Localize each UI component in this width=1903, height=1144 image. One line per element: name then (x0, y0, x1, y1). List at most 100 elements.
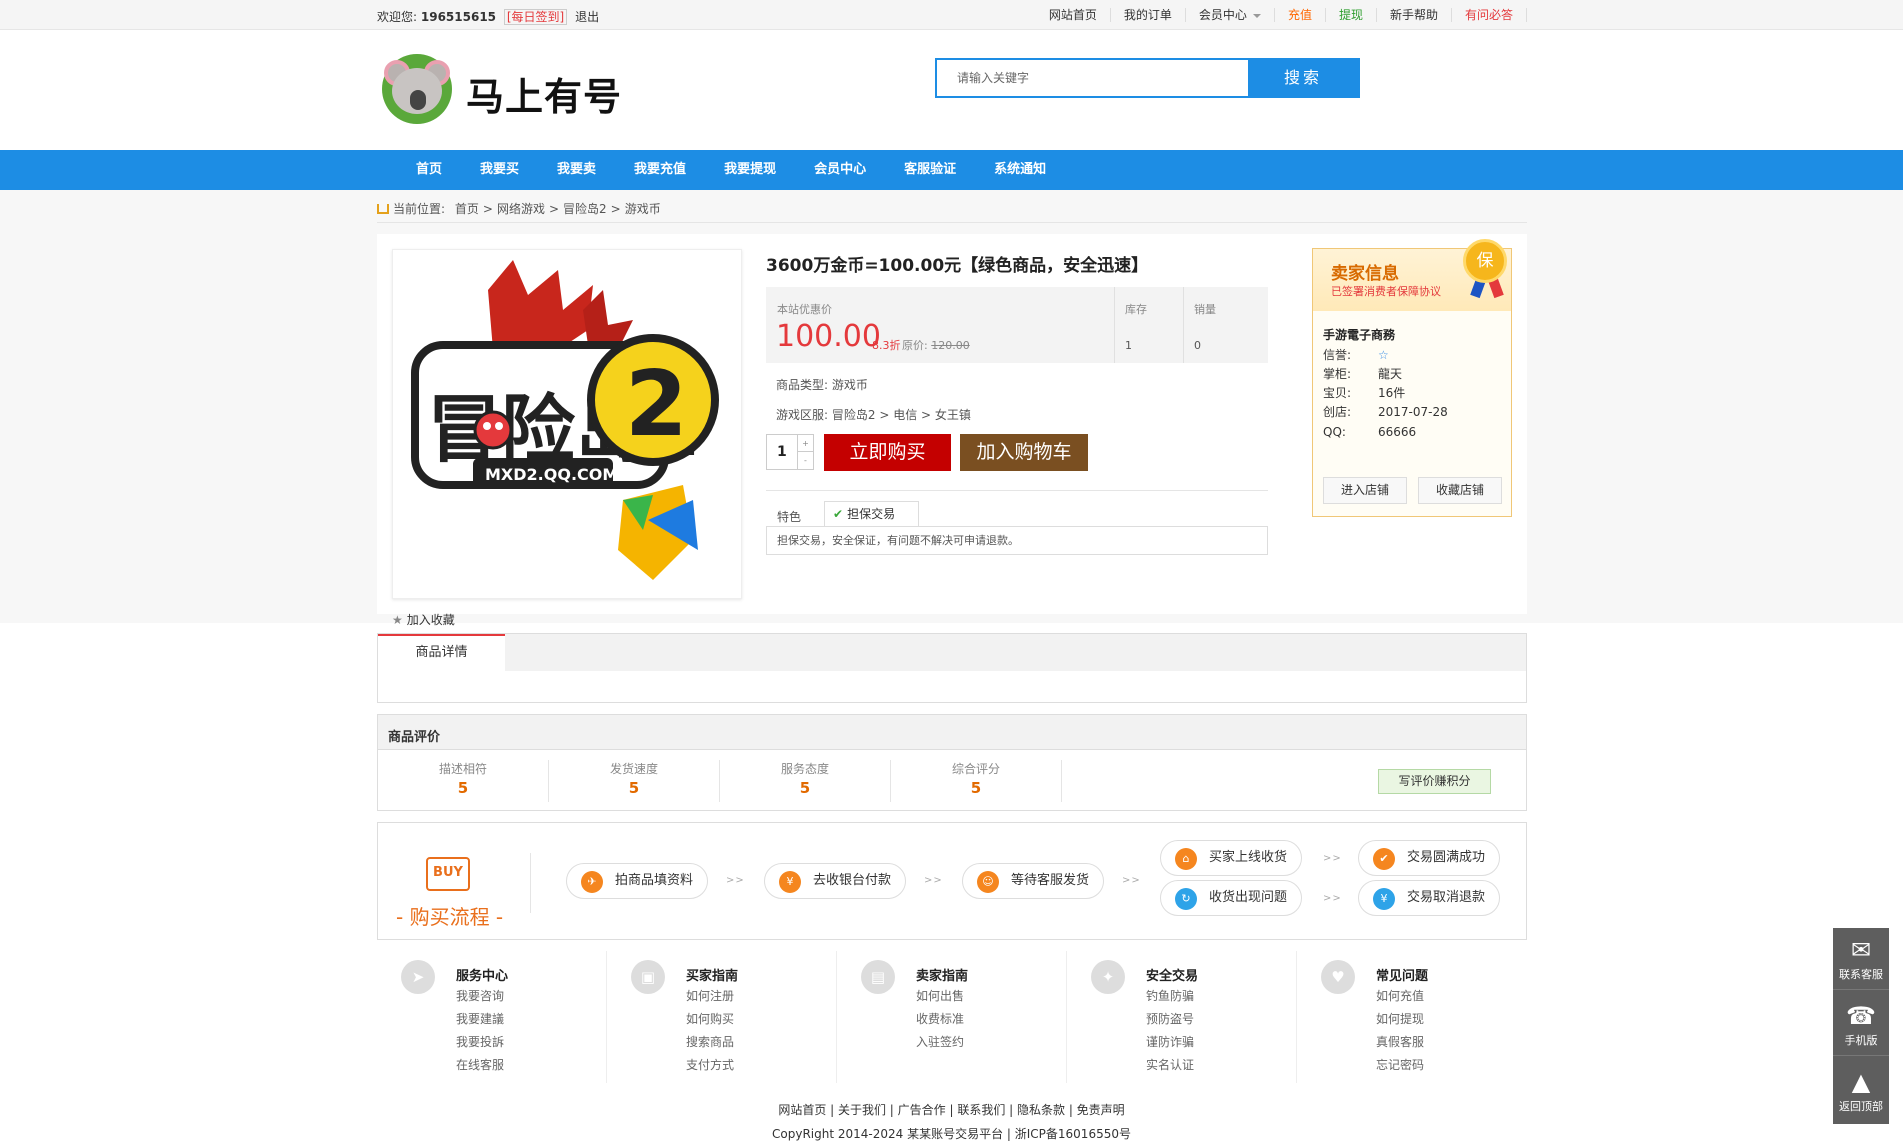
divider (766, 490, 1268, 491)
seller-subtitle: 已签署消费者保障协议 (1331, 285, 1441, 298)
top-link[interactable]: 新手帮助 (1377, 8, 1452, 22)
breadcrumb-item[interactable]: 网络游戏 (497, 202, 545, 216)
stock-column: 库存 1 (1114, 287, 1174, 363)
rocket-icon: ▲ (1851, 1068, 1871, 1096)
footer-link[interactable]: 忘记密码 (1376, 1056, 1424, 1073)
add-favorite-link[interactable]: ★ 加入收藏 (392, 611, 455, 628)
top-link[interactable]: 网站首页 (1036, 8, 1111, 22)
nav-item[interactable]: 我要充值 (615, 150, 705, 190)
member-center-dropdown[interactable]: 会员中心 (1186, 8, 1275, 22)
buy-now-button[interactable]: 立即购买 (824, 434, 951, 471)
nav-item[interactable]: 我要卖 (538, 150, 615, 190)
footer-link[interactable]: 如何出售 (916, 987, 964, 1004)
quantity-decrease-button[interactable]: - (797, 452, 813, 469)
breadcrumb-label: 当前位置: (393, 202, 446, 216)
review-score-label: 描述相符 (438, 762, 487, 776)
footer-link[interactable]: 如何充值 (1376, 987, 1424, 1004)
breadcrumb-item[interactable]: 冒险岛2 (563, 202, 607, 216)
review-score: 描述相符 5 (378, 760, 549, 802)
back-to-top-button[interactable]: ▲ 返回顶部 (1833, 1060, 1889, 1122)
nav-item[interactable]: 客服验证 (885, 150, 975, 190)
nav-item[interactable]: 会员中心 (795, 150, 885, 190)
seller-info-key: 创店: (1323, 405, 1352, 419)
footer-link[interactable]: 我要建議 (456, 1010, 504, 1027)
nav-item[interactable]: 系统通知 (975, 150, 1065, 190)
footer-link[interactable]: 如何购买 (686, 1010, 734, 1027)
top-link[interactable]: 我的订单 (1111, 8, 1186, 22)
process-step: ¥ 交易取消退款 (1358, 880, 1501, 916)
footer-links[interactable]: 网站首页 | 关于我们 | 广告合作 | 联系我们 | 隐私条款 | 免责声明 (0, 1101, 1903, 1118)
footer-link[interactable]: 收费标准 (916, 1010, 964, 1027)
footer-link[interactable]: 实名认证 (1146, 1056, 1194, 1073)
seller-info-value: 2017-07-28 (1378, 405, 1448, 419)
nav-item[interactable]: 首页 (397, 150, 461, 190)
mobile-version-button[interactable]: ☎ 手机版 (1833, 994, 1889, 1056)
nav-item[interactable]: 我要买 (461, 150, 538, 190)
wallet-icon: ▤ (861, 960, 895, 994)
write-review-button[interactable]: 写评价赚积分 (1378, 769, 1491, 794)
headset-icon: ☺ (977, 871, 999, 893)
buy-hand-icon: BUY (426, 857, 470, 891)
feature-label: 特色 (777, 510, 802, 524)
footer-link[interactable]: 谨防诈骗 (1146, 1033, 1194, 1050)
star-icon: ★ (392, 613, 403, 627)
tab-product-detail[interactable]: 商品详情 (378, 634, 505, 672)
review-score-value: 5 (457, 779, 469, 797)
quantity-value[interactable]: 1 (777, 444, 787, 460)
yen-icon: ¥ (779, 871, 801, 893)
process-step-label: 买家上线收货 (1209, 850, 1288, 865)
footer-link[interactable]: 我要咨询 (456, 987, 504, 1004)
product-detail-section: 商品详情 (377, 633, 1527, 703)
top-link[interactable]: 提现 (1326, 8, 1377, 22)
breadcrumb-item[interactable]: 首页 (455, 202, 479, 216)
top-link[interactable]: 有问必答 (1452, 8, 1527, 22)
process-step: ✈ 拍商品填资料 (566, 863, 709, 899)
footer-link[interactable]: 预防盗号 (1146, 1010, 1194, 1027)
favorite-shop-button[interactable]: 收藏店铺 (1418, 477, 1502, 504)
heart-icon: ♥ (1321, 960, 1355, 994)
footer-link[interactable]: 入驻签约 (916, 1033, 964, 1050)
footer-link[interactable]: 支付方式 (686, 1056, 734, 1073)
footer-link[interactable]: 如何注册 (686, 987, 734, 1004)
process-step: ¥ 去收银台付款 (764, 863, 907, 899)
logout-link[interactable]: 退出 (575, 10, 599, 24)
footer-link[interactable]: 如何提现 (1376, 1010, 1424, 1027)
quantity-stepper[interactable]: 1 + - (766, 434, 814, 470)
feature-tab-escrow[interactable]: ✔ 担保交易 (824, 501, 919, 527)
review-score-label: 发货速度 (609, 762, 658, 776)
top-link[interactable]: 充值 (1275, 8, 1326, 22)
footer-link[interactable]: 在线客服 (456, 1056, 504, 1073)
footer-link[interactable]: 搜索商品 (686, 1033, 734, 1050)
check-icon: ✔ (833, 507, 844, 521)
footer-link[interactable]: 真假客服 (1376, 1033, 1424, 1050)
search-button[interactable]: 搜索 (1248, 60, 1358, 96)
search-bar: 搜索 (935, 58, 1360, 98)
game-server: 游戏区服: 冒险岛2 > 电信 > 女王镇 (776, 408, 971, 422)
arrow-icon: >> (1323, 853, 1342, 864)
product-image: 冒险岛2 2 MXD2.QQ.COM (392, 249, 742, 599)
footer-columns: ➤ 服务中心 我要咨询 我要建議 我要投訴 在线客服 ▣ 买家指南 如何注册 如何购买 搜索商品 支付… (377, 951, 1527, 1083)
price-label: 本站优惠价 (777, 303, 832, 316)
process-step-label: 收货出现问题 (1209, 890, 1288, 905)
nav-item[interactable]: 我要提现 (705, 150, 795, 190)
arrow-icon: >> (924, 875, 943, 886)
breadcrumb-item[interactable]: 游戏币 (625, 202, 661, 216)
quantity-increase-button[interactable]: + (797, 435, 813, 452)
arrow-icon: >> (1122, 875, 1141, 886)
review-score-label: 综合评分 (951, 762, 1000, 776)
footer-column: ▤ 卖家指南 如何出售 收费标准 入驻签约 (837, 951, 1067, 1083)
enter-shop-button[interactable]: 进入店铺 (1323, 477, 1407, 504)
sales-label: 销量 (1194, 303, 1216, 316)
search-input[interactable] (937, 60, 1248, 96)
footer-link[interactable]: 我要投訴 (456, 1033, 504, 1050)
add-to-cart-button[interactable]: 加入购物车 (960, 434, 1088, 471)
chevron-down-icon (1252, 13, 1261, 18)
contact-service-button[interactable]: ✉ 联系客服 (1833, 928, 1889, 990)
footer-link[interactable]: 钓鱼防骗 (1146, 987, 1194, 1004)
site-logo[interactable]: 马上有号 (382, 52, 642, 127)
product-type: 商品类型: 游戏币 (776, 378, 868, 392)
stock-value: 1 (1125, 339, 1132, 352)
bus-icon: ▣ (631, 960, 665, 994)
review-score-value: 5 (799, 779, 811, 797)
daily-sign-in-link[interactable]: [每日签到] (503, 9, 568, 25)
